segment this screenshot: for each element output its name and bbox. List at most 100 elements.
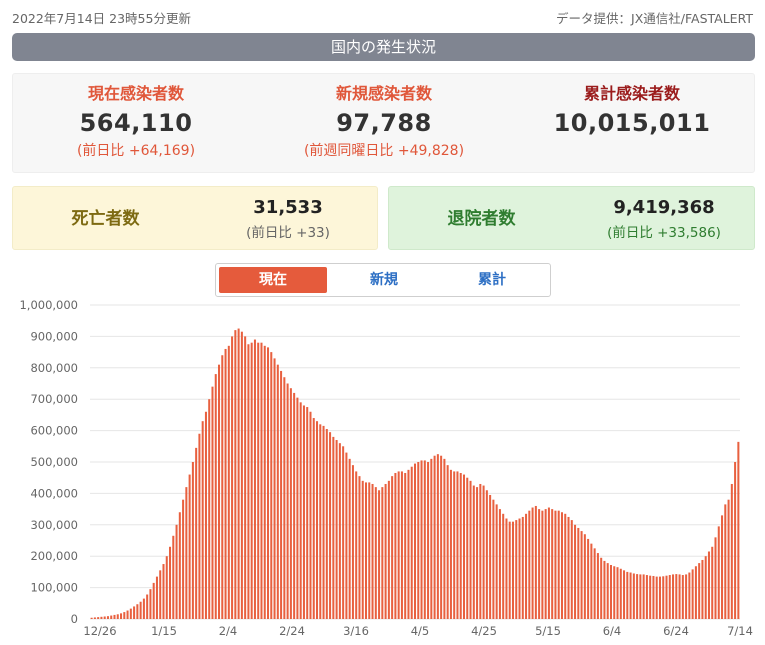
y-tick-label: 1,000,000 [19,298,78,312]
bar [374,487,377,619]
bar [525,513,528,619]
bar [557,510,560,619]
tab-total[interactable]: 累計 [438,267,546,293]
bar [162,564,165,619]
bar [283,377,286,619]
bar [717,526,720,619]
bar [658,576,661,619]
bar [394,472,397,619]
tab-new[interactable]: 新規 [330,267,438,293]
bar [407,469,410,619]
bar [479,483,482,619]
bar [652,575,655,619]
total-cases-label: 累計感染者数 [583,84,680,103]
bar [342,446,345,619]
bar [142,598,145,619]
y-tick-label: 400,000 [30,486,78,500]
bar [672,574,675,619]
bar [632,573,635,619]
bar [544,509,547,619]
bar [675,574,678,619]
y-tick-label: 200,000 [30,549,78,563]
bar [459,472,462,619]
bar [231,336,234,619]
x-tick-label: 2/24 [279,624,305,638]
bar [208,399,211,619]
bar [701,559,704,619]
bar [345,452,348,619]
deaths-diff: (前日比 +33) [246,225,330,241]
bar [348,458,351,619]
x-tick-label: 1/15 [151,624,177,638]
bar [472,485,475,619]
bar [286,383,289,619]
x-tick-label: 7/14 [727,624,753,638]
bar [165,556,168,619]
tab-current[interactable]: 現在 [219,267,327,293]
bar [645,575,648,619]
bar [90,617,93,619]
y-tick-label: 900,000 [30,329,78,343]
data-source: データ提供：JX通信社/FASTALERT [556,11,753,26]
bar [204,411,207,619]
bar [616,567,619,619]
bar [110,615,113,619]
bar [120,613,123,619]
recovered-diff: (前日比 +33,586) [607,225,721,241]
bar [276,364,279,619]
bar [538,509,541,619]
bar [325,429,328,619]
bar [528,510,531,619]
bar [492,499,495,619]
bar [613,566,616,619]
bar [567,516,570,619]
bar [531,507,534,619]
x-tick-label: 6/24 [663,624,689,638]
bar [511,521,515,619]
bar [551,509,554,619]
bar [332,436,335,619]
bar [587,538,590,619]
bar [355,471,358,619]
y-tick-label: 600,000 [30,424,78,438]
bar [453,471,456,619]
bar [273,358,276,619]
bar [734,462,737,619]
y-tick-label: 700,000 [30,392,78,406]
x-tick-label: 4/5 [411,624,430,638]
bar [417,462,420,619]
bar [309,411,312,619]
new-cases-value: 97,788 [336,109,432,137]
bar [136,604,139,619]
x-tick-label: 4/25 [471,624,497,638]
bar [413,463,417,619]
bar [312,418,315,619]
bar [302,405,305,619]
bar [668,575,671,619]
bar [397,471,400,619]
deaths-label: 死亡者数 [71,209,140,229]
bar [240,331,243,619]
bar [498,509,501,619]
bar [554,510,557,619]
bar [541,510,544,619]
bar [600,557,603,619]
bar [338,443,341,619]
bar [139,601,142,619]
bar [253,339,256,619]
bar [583,534,586,619]
bar [430,458,433,619]
bar [387,480,390,619]
bar [358,476,361,619]
bar [319,424,322,619]
bar [515,520,518,619]
bar [505,518,508,619]
x-tick-label: 12/26 [83,624,116,638]
bar [694,566,697,619]
updated-timestamp: 2022年7月14日 23時55分更新 [12,11,191,26]
bar [191,462,194,619]
x-tick-label: 3/16 [343,624,369,638]
bar [665,575,668,619]
bar [404,472,407,619]
y-tick-label: 300,000 [30,518,78,532]
